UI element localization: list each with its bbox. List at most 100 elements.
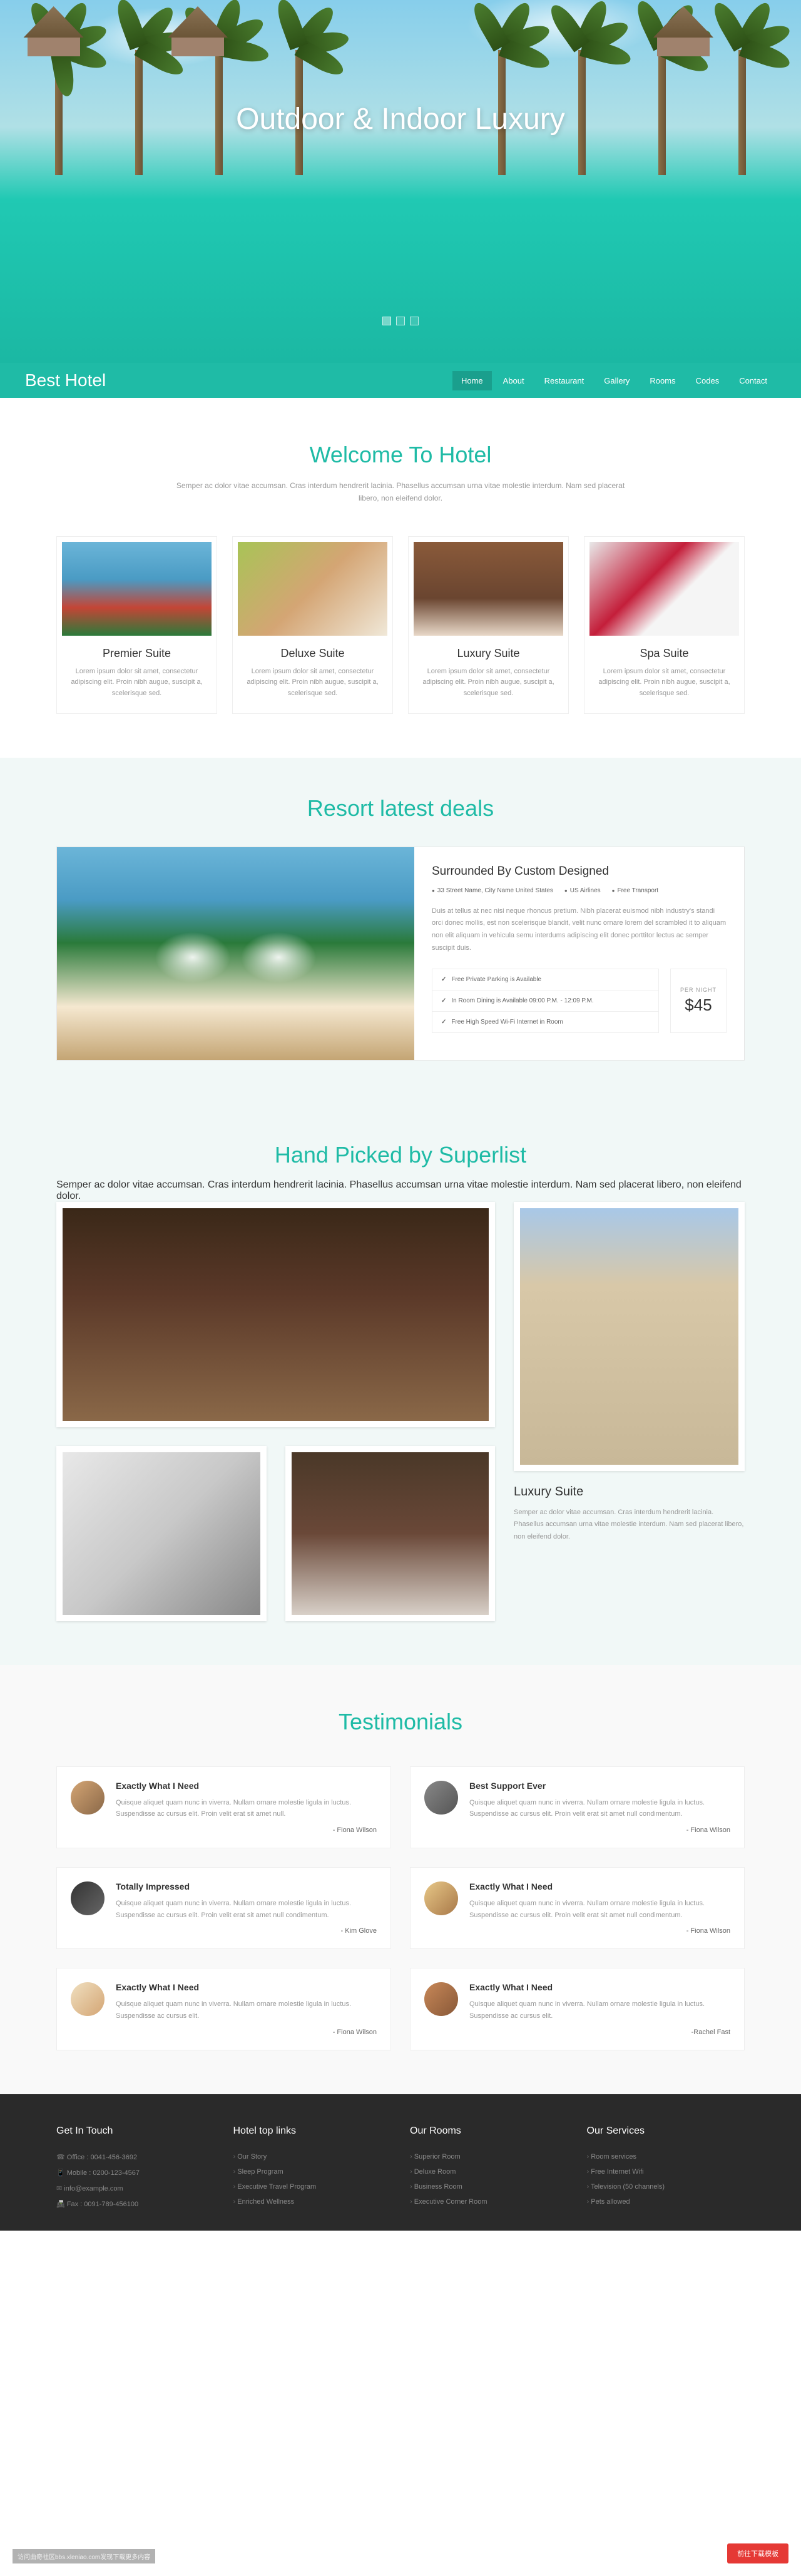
deals-section: Resort latest deals Surrounded By Custom…: [0, 758, 801, 1098]
footer-contact-item: Fax : 0091-789-456100: [56, 2196, 215, 2212]
testimonial-title: Best Support Ever: [469, 1781, 730, 1791]
testimonial-card: Exactly What I Need Quisque aliquet quam…: [410, 1968, 745, 2050]
handpick-card-desc: Semper ac dolor vitae accumsan. Cras int…: [514, 1507, 745, 1544]
testimonial-card: Totally Impressed Quisque aliquet quam n…: [56, 1867, 391, 1949]
handpick-section: Hand Picked by Superlist Semper ac dolor…: [0, 1098, 801, 1665]
testimonial-author: - Fiona Wilson: [116, 1826, 377, 1834]
suite-card[interactable]: Spa Suite Lorem ipsum dolor sit amet, co…: [584, 536, 745, 714]
testimonial-card: Exactly What I Need Quisque aliquet quam…: [56, 1968, 391, 2050]
price-label: PER NIGHT: [680, 987, 717, 993]
carousel-dots: [382, 317, 419, 325]
footer-link[interactable]: Room services: [587, 2149, 745, 2164]
suite-desc: Lorem ipsum dolor sit amet, consectetur …: [238, 666, 387, 700]
footer: Get In Touch Office : 0041-456-3692 Mobi…: [0, 2094, 801, 2231]
deals-image: [57, 847, 414, 1060]
footer-link[interactable]: Superior Room: [410, 2149, 568, 2164]
feature-item: Free High Speed Wi-Fi Internet in Room: [432, 1012, 658, 1032]
gallery-image[interactable]: [285, 1446, 496, 1621]
handpick-subtitle: Semper ac dolor vitae accumsan. Cras int…: [56, 1179, 745, 1202]
testimonials-section: Testimonials Exactly What I Need Quisque…: [0, 1665, 801, 2094]
suite-image: [589, 542, 739, 636]
suite-card[interactable]: Premier Suite Lorem ipsum dolor sit amet…: [56, 536, 217, 714]
avatar: [71, 1781, 105, 1815]
nav-about[interactable]: About: [494, 371, 533, 390]
carousel-dot[interactable]: [410, 317, 419, 325]
footer-link[interactable]: Executive Travel Program: [233, 2179, 392, 2194]
suite-card[interactable]: Deluxe Suite Lorem ipsum dolor sit amet,…: [232, 536, 393, 714]
testimonial-text: Quisque aliquet quam nunc in viverra. Nu…: [469, 1998, 730, 2022]
welcome-subtitle: Semper ac dolor vitae accumsan. Cras int…: [175, 479, 626, 505]
footer-link[interactable]: Enriched Wellness: [233, 2194, 392, 2209]
footer-contact-title: Get In Touch: [56, 2125, 215, 2137]
testimonial-author: - Fiona Wilson: [116, 2029, 377, 2036]
nav-contact[interactable]: Contact: [730, 371, 776, 390]
footer-links-title: Hotel top links: [233, 2125, 392, 2137]
price-box: PER NIGHT $45: [670, 969, 727, 1033]
testimonial-text: Quisque aliquet quam nunc in viverra. Nu…: [469, 1898, 730, 1921]
suite-image: [238, 542, 387, 636]
testimonial-author: - Fiona Wilson: [469, 1927, 730, 1935]
avatar: [424, 1781, 458, 1815]
nav-rooms[interactable]: Rooms: [641, 371, 684, 390]
footer-rooms-title: Our Rooms: [410, 2125, 568, 2137]
footer-link[interactable]: Sleep Program: [233, 2164, 392, 2179]
deals-desc: Duis at tellus at nec nisi neque rhoncus…: [432, 905, 727, 955]
gallery-image[interactable]: [56, 1202, 495, 1427]
nav-gallery[interactable]: Gallery: [595, 371, 638, 390]
nav-restaurant[interactable]: Restaurant: [536, 371, 593, 390]
footer-link[interactable]: Pets allowed: [587, 2194, 745, 2209]
suite-image: [414, 542, 563, 636]
suite-desc: Lorem ipsum dolor sit amet, consectetur …: [589, 666, 739, 700]
deals-features: Free Private Parking is Available In Roo…: [432, 969, 659, 1033]
gallery-image[interactable]: [56, 1446, 267, 1621]
feature-item: In Room Dining is Available 09:00 P.M. -…: [432, 990, 658, 1012]
gallery-image[interactable]: [514, 1202, 745, 1471]
suite-card[interactable]: Luxury Suite Lorem ipsum dolor sit amet,…: [408, 536, 569, 714]
avatar: [424, 1982, 458, 2016]
deals-location: 33 Street Name, City Name United States: [432, 887, 553, 894]
footer-link[interactable]: Our Story: [233, 2149, 392, 2164]
main-nav: Best Hotel Home About Restaurant Gallery…: [0, 363, 801, 398]
handpick-title: Hand Picked by Superlist: [56, 1142, 745, 1168]
download-button[interactable]: 前往下载模板: [727, 2543, 788, 2563]
suite-name: Luxury Suite: [414, 647, 563, 660]
footer-link[interactable]: Deluxe Room: [410, 2164, 568, 2179]
avatar: [424, 1881, 458, 1915]
testimonial-title: Totally Impressed: [116, 1881, 377, 1891]
handpick-card-title: Luxury Suite: [514, 1485, 745, 1499]
deals-transport: Free Transport: [612, 887, 658, 894]
testimonial-author: - Kim Glove: [116, 1927, 377, 1935]
footer-contact-item: Office : 0041-456-3692: [56, 2149, 215, 2165]
footer-services-title: Our Services: [587, 2125, 745, 2137]
hero-title: Outdoor & Indoor Luxury: [236, 102, 565, 136]
footer-link[interactable]: Business Room: [410, 2179, 568, 2194]
testimonial-card: Best Support Ever Quisque aliquet quam n…: [410, 1766, 745, 1848]
welcome-title: Welcome To Hotel: [56, 442, 745, 468]
feature-item: Free Private Parking is Available: [432, 969, 658, 990]
suite-desc: Lorem ipsum dolor sit amet, consectetur …: [414, 666, 563, 700]
testimonial-title: Exactly What I Need: [469, 1982, 730, 1992]
carousel-dot[interactable]: [382, 317, 391, 325]
nav-home[interactable]: Home: [452, 371, 492, 390]
deals-meta: 33 Street Name, City Name United States …: [432, 887, 727, 894]
testimonial-text: Quisque aliquet quam nunc in viverra. Nu…: [116, 1898, 377, 1921]
testimonial-card: Exactly What I Need Quisque aliquet quam…: [410, 1867, 745, 1949]
deals-heading: Surrounded By Custom Designed: [432, 865, 727, 878]
testimonials-title: Testimonials: [56, 1709, 745, 1735]
footer-contact-item[interactable]: info@example.com: [56, 2181, 215, 2196]
testimonial-text: Quisque aliquet quam nunc in viverra. Nu…: [116, 1797, 377, 1820]
deals-airline: US Airlines: [564, 887, 601, 894]
testimonial-text: Quisque aliquet quam nunc in viverra. Nu…: [469, 1797, 730, 1820]
footer-link[interactable]: Television (50 channels): [587, 2179, 745, 2194]
nav-list: Home About Restaurant Gallery Rooms Code…: [452, 371, 776, 390]
suite-desc: Lorem ipsum dolor sit amet, consectetur …: [62, 666, 212, 700]
carousel-dot[interactable]: [396, 317, 405, 325]
deals-title: Resort latest deals: [56, 795, 745, 822]
nav-codes[interactable]: Codes: [687, 371, 728, 390]
avatar: [71, 1982, 105, 2016]
suite-name: Spa Suite: [589, 647, 739, 660]
avatar: [71, 1881, 105, 1915]
footer-link[interactable]: Free Internet Wifi: [587, 2164, 745, 2179]
brand-logo[interactable]: Best Hotel: [25, 370, 452, 390]
footer-link[interactable]: Executive Corner Room: [410, 2194, 568, 2209]
